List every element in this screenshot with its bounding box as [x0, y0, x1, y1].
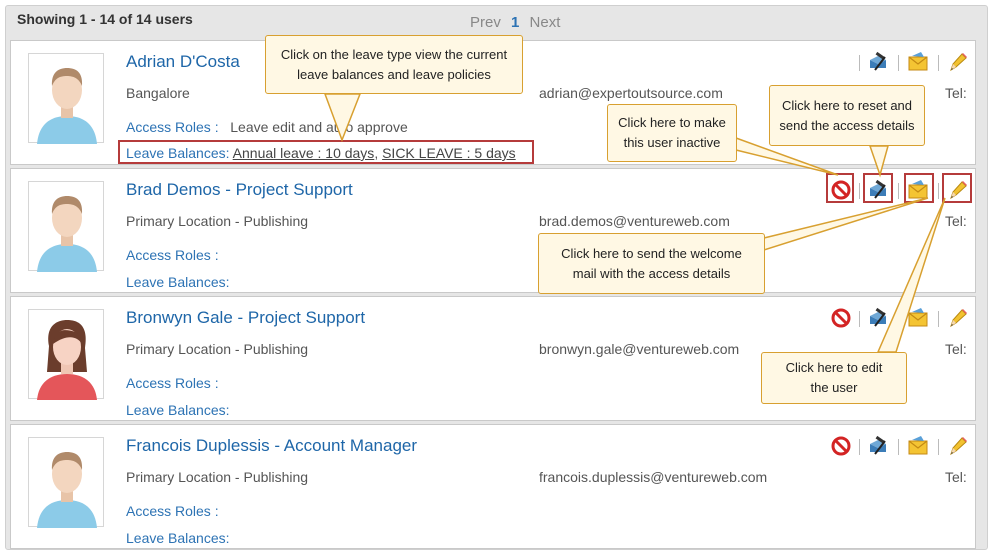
edit-callout-pointer [876, 197, 946, 353]
leave-type-callout-text: Click on the leave type view the current… [280, 46, 508, 82]
welcome-callout-pointer [763, 197, 929, 252]
leave-callout-pointer [323, 93, 362, 143]
welcome-mail-callout: Click here to send the welcome mail with… [538, 233, 765, 294]
reset-callout: Click here to reset and send the access … [769, 85, 925, 146]
reset-callout-pointer [868, 145, 889, 178]
edit-user-callout: Click here to edit the user [761, 352, 907, 404]
reset-callout-text: Click here to reset and send the access … [779, 97, 915, 133]
inactive-callout-text: Click here to make this user inactive [618, 115, 726, 150]
inactive-callout: Click here to make this user inactive [607, 104, 737, 162]
leave-type-callout: Click on the leave type view the current… [265, 35, 523, 94]
welcome-mail-callout-text: Click here to send the welcome mail with… [561, 245, 742, 281]
edit-user-callout-text: Click here to edit the user [785, 360, 883, 395]
